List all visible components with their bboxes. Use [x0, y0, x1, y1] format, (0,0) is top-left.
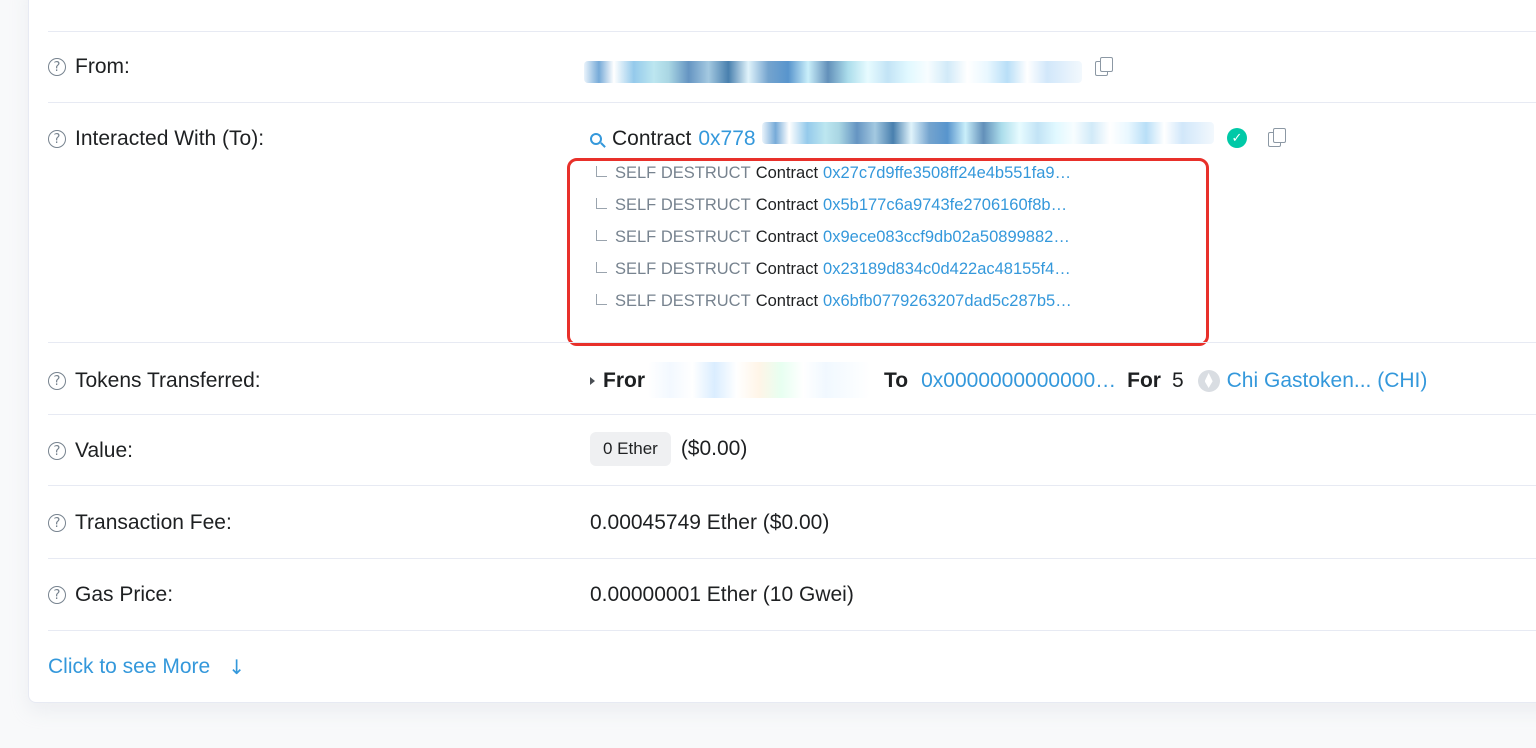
- redacted-token-from: [648, 362, 870, 398]
- value-label-row: ? Value:: [48, 439, 133, 463]
- tokens-to-address-link[interactable]: 0x0000000000000…: [921, 369, 1116, 393]
- gas-label-row: ? Gas Price:: [48, 583, 173, 607]
- tokens-label: Tokens Transferred:: [75, 369, 261, 392]
- fee-label-row: ? Transaction Fee:: [48, 511, 232, 535]
- help-icon[interactable]: ?: [48, 442, 66, 460]
- arrow-down-icon: ↓: [228, 655, 245, 679]
- interacted-label: Interacted With (To):: [75, 127, 265, 150]
- gas-value: 0.00000001 Ether (10 Gwei): [590, 583, 854, 607]
- value-label: Value:: [75, 439, 133, 462]
- interacted-value: Contract 0x778: [590, 127, 756, 151]
- row-divider: [48, 31, 1536, 32]
- token-logo-icon: [1197, 370, 1220, 392]
- token-name-link[interactable]: Chi Gastoken... (CHI): [1227, 369, 1428, 393]
- value-value: 0 Ether ($0.00): [590, 432, 747, 466]
- see-more-label: Click to see More: [48, 655, 211, 678]
- tokens-value: Fror: [590, 369, 645, 393]
- contract-word: Contract: [612, 127, 692, 150]
- expand-caret-icon[interactable]: [590, 377, 595, 385]
- redacted-contract-address: [762, 122, 1214, 144]
- fee-label: Transaction Fee:: [75, 511, 232, 534]
- contract-address-link[interactable]: 0x778: [698, 127, 755, 151]
- verified-check-icon: ✓: [1227, 128, 1247, 148]
- tokens-amount: 5: [1171, 369, 1184, 392]
- tokens-to-segment: To 0x0000000000000… For 5 Chi Gastoken..…: [884, 369, 1427, 393]
- fee-text: 0.00045749 Ether ($0.00): [590, 511, 830, 534]
- highlight-annotation-box: [567, 158, 1209, 346]
- help-icon[interactable]: ?: [48, 514, 66, 532]
- from-label-row: ? From:: [48, 55, 130, 79]
- zoom-icon: [590, 133, 602, 145]
- row-divider: [48, 558, 1536, 559]
- row-divider: [48, 630, 1536, 631]
- help-icon[interactable]: ?: [48, 58, 66, 76]
- row-divider: [48, 485, 1536, 486]
- help-icon[interactable]: ?: [48, 372, 66, 390]
- tokens-for-word: For: [1127, 369, 1161, 392]
- value-usd: ($0.00): [680, 437, 748, 460]
- copy-icon[interactable]: [1095, 57, 1113, 76]
- gas-label: Gas Price:: [75, 583, 174, 606]
- row-divider: [48, 342, 1536, 343]
- help-icon[interactable]: ?: [48, 586, 66, 604]
- from-label: From:: [75, 55, 130, 78]
- redacted-from-address: [584, 61, 1082, 83]
- fee-value: 0.00045749 Ether ($0.00): [590, 511, 829, 535]
- see-more-link[interactable]: Click to see More ↓: [48, 655, 245, 679]
- tokens-label-row: ? Tokens Transferred:: [48, 369, 261, 393]
- tokens-from-word: Fror: [603, 369, 645, 392]
- copy-icon[interactable]: [1268, 128, 1286, 147]
- row-divider: [48, 414, 1536, 415]
- interacted-label-row: ? Interacted With (To):: [48, 127, 264, 151]
- value-badge: 0 Ether: [590, 432, 671, 466]
- row-divider: [48, 102, 1536, 103]
- gas-text: 0.00000001 Ether (10 Gwei): [590, 583, 854, 606]
- help-icon[interactable]: ?: [48, 130, 66, 148]
- tokens-to-word: To: [884, 369, 909, 392]
